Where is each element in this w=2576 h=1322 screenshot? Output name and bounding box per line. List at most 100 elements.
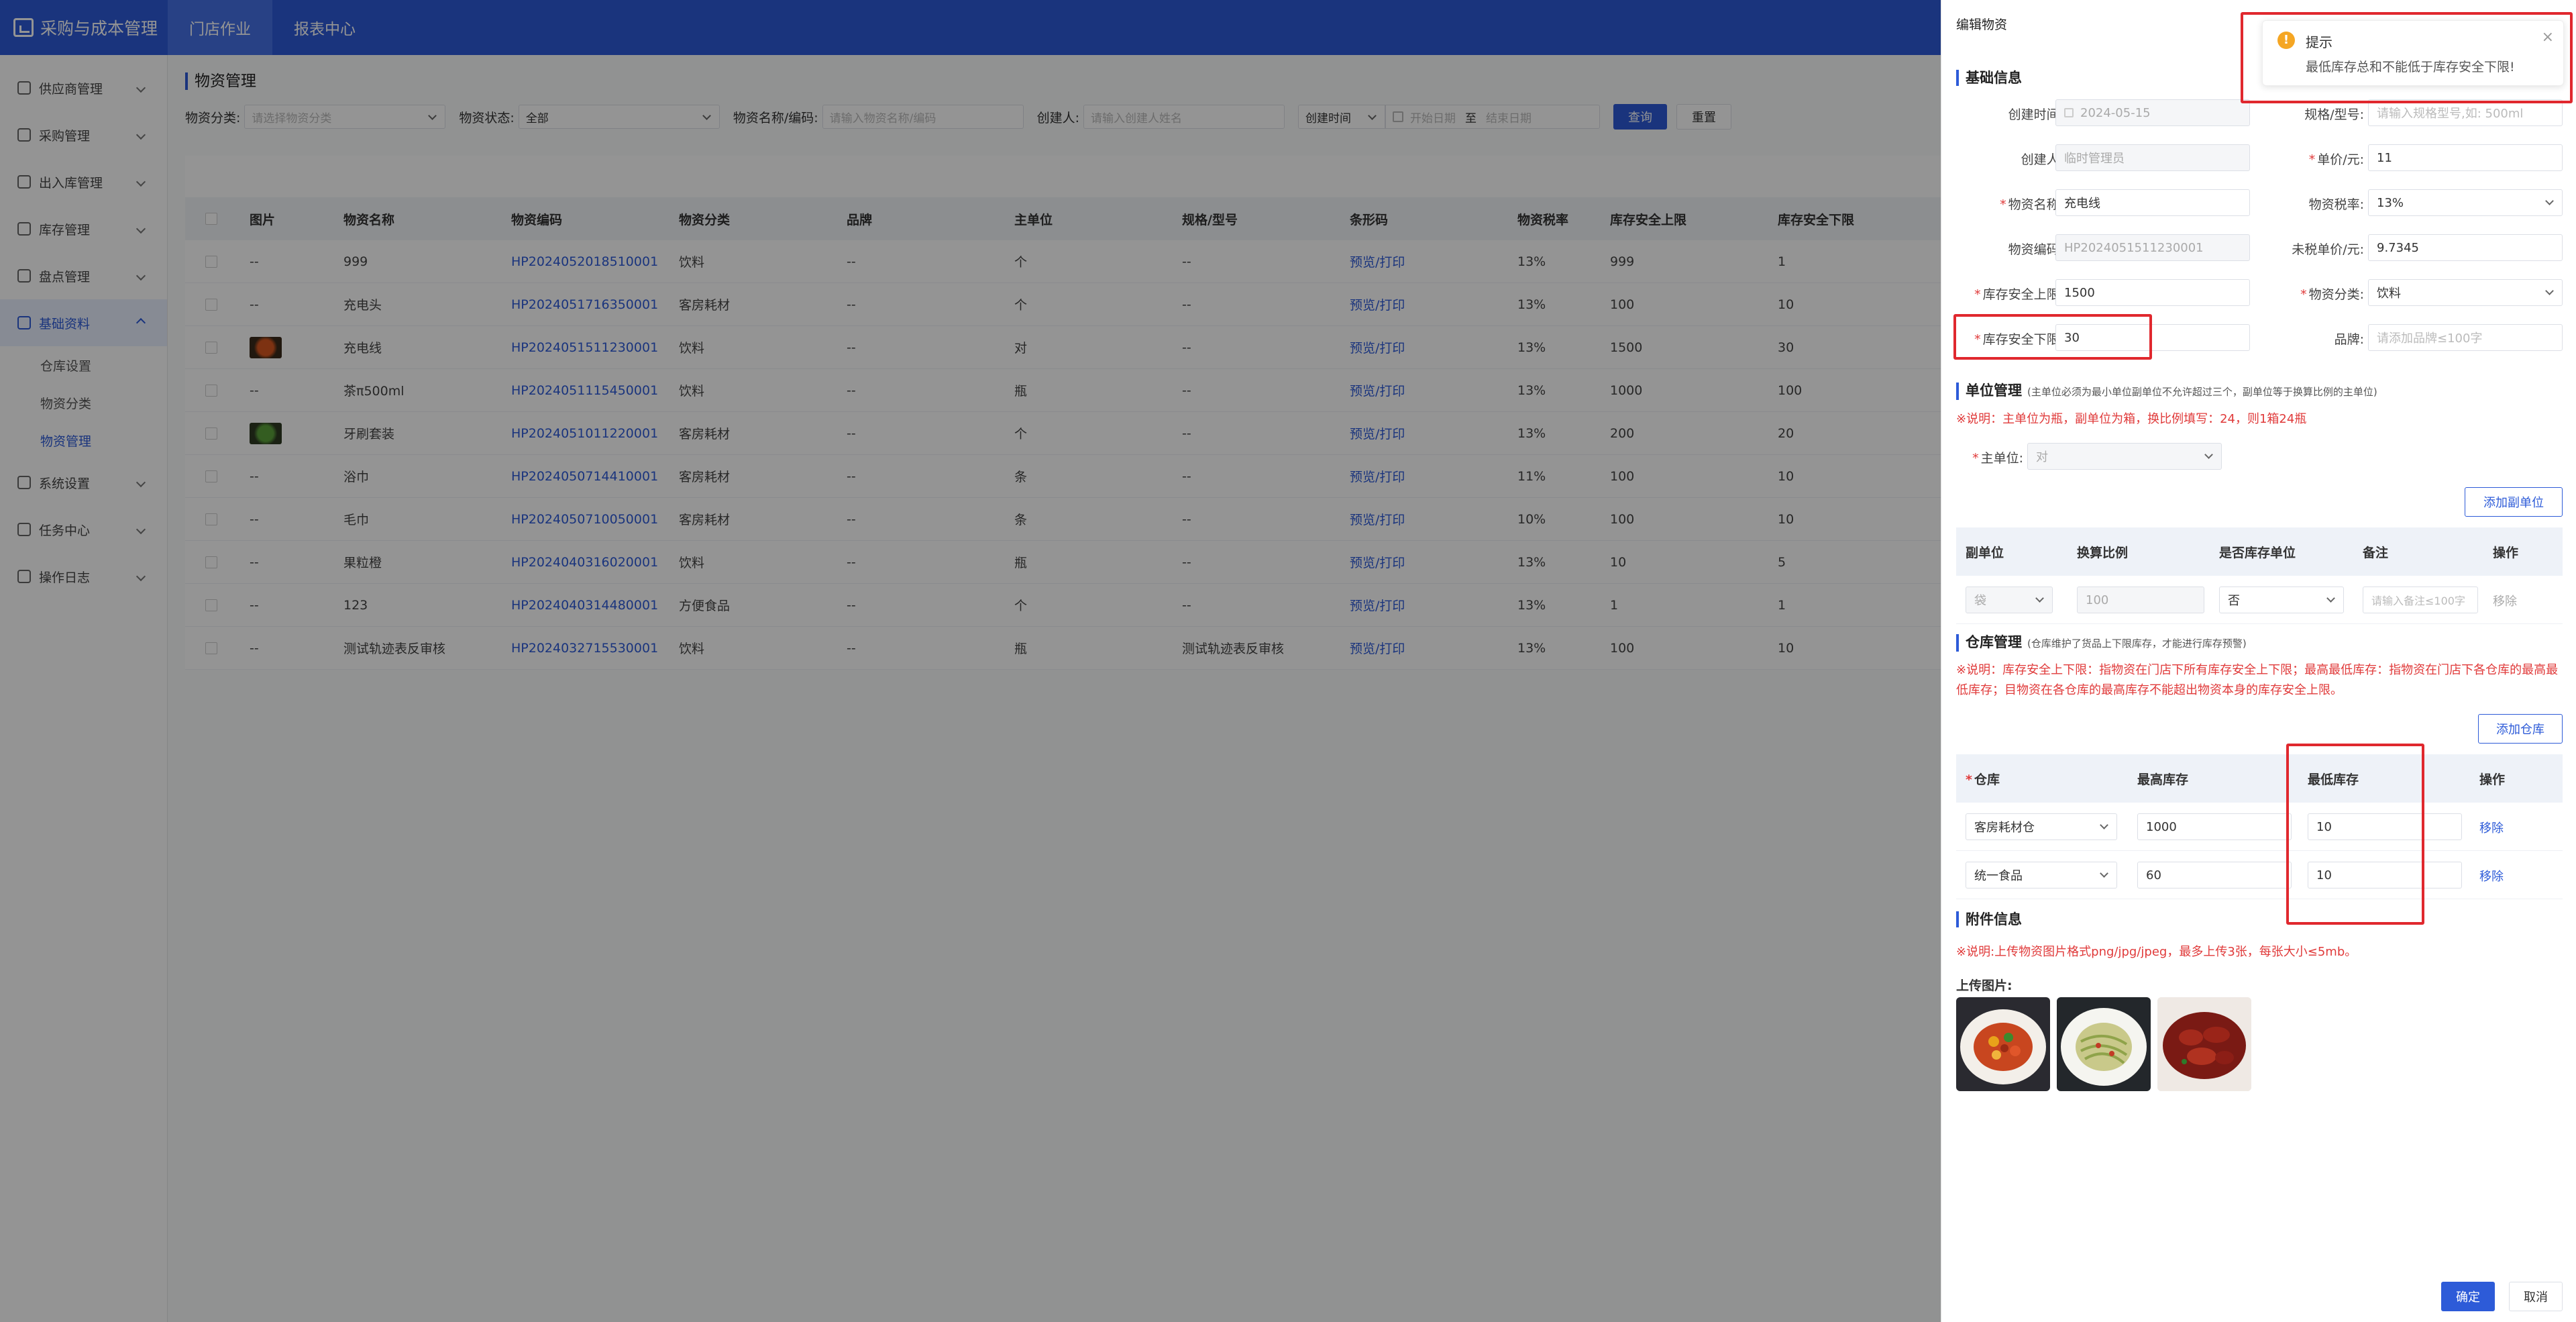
- basic-info-section-title: 基础信息: [1956, 70, 2022, 86]
- col-warehouse-text: 仓库: [1974, 772, 2000, 787]
- is-stock-unit-select[interactable]: 否: [2219, 587, 2344, 613]
- upper-limit-input[interactable]: 1500: [2055, 279, 2250, 306]
- chevron-down-icon: [2326, 594, 2335, 603]
- highlight-lower-limit: [1953, 314, 2152, 360]
- food-photo-ribs: [2157, 997, 2251, 1091]
- modal-overlay[interactable]: [0, 0, 1941, 1322]
- spec-input[interactable]: 请输入规格型号,如: 500ml: [2368, 99, 2563, 126]
- food-photo-noodles: [2061, 1008, 2147, 1086]
- net-price-input[interactable]: 9.7345: [2368, 234, 2563, 261]
- price-value: 11: [2377, 150, 2392, 165]
- upper-limit-label: * 库存安全上限:: [1956, 285, 2063, 303]
- uploaded-photo-1[interactable]: [1956, 997, 2050, 1091]
- cancel-button[interactable]: 取消: [2509, 1282, 2563, 1311]
- tax-select[interactable]: 13%: [2368, 189, 2563, 216]
- chevron-down-icon: [2545, 287, 2554, 295]
- code-field: HP2024051511230001: [2055, 234, 2250, 261]
- remove-sub-unit-link[interactable]: 移除: [2493, 592, 2517, 609]
- confirm-button[interactable]: 确定: [2441, 1282, 2495, 1311]
- category-label: * 物资分类:: [2257, 285, 2364, 303]
- creator-label: 创建人:: [2021, 152, 2063, 167]
- code-value: HP2024051511230001: [2064, 240, 2204, 255]
- price-label-text: 单价/元:: [2317, 152, 2364, 167]
- price-input[interactable]: 11: [2368, 144, 2563, 171]
- warehouse-row: 客房耗材仓 1000 10 移除: [1956, 803, 2563, 851]
- name-input[interactable]: 充电线: [2055, 189, 2250, 216]
- highlight-min-stock: [2286, 744, 2424, 925]
- required-mark: *: [1974, 287, 1981, 302]
- warehouse-select[interactable]: 客房耗材仓: [1966, 813, 2117, 840]
- required-mark: *: [2300, 287, 2307, 302]
- ratio-value: 100: [2086, 593, 2109, 607]
- col-is-stock-unit: 是否库存单位: [2219, 545, 2296, 560]
- unit-section-title: 单位管理 (主单位必须为最小单位副单位不允许超过三个，副单位等于换算比例的主单位): [1956, 383, 2377, 400]
- chevron-down-icon: [2100, 821, 2108, 829]
- add-sub-unit-button[interactable]: 添加副单位: [2465, 487, 2563, 517]
- remove-warehouse-link[interactable]: 移除: [2479, 819, 2504, 836]
- warehouse-section-hint: (仓库维护了货品上下限库存，才能进行库存预警): [2027, 638, 2247, 650]
- brand-label: 品牌:: [2334, 332, 2364, 347]
- uploaded-photo-3[interactable]: [2157, 997, 2251, 1091]
- remove-warehouse-link[interactable]: 移除: [2479, 867, 2504, 884]
- remark-input[interactable]: 请输入备注≤100字: [2363, 587, 2478, 613]
- net-price-label: 未税单价/元:: [2292, 242, 2364, 257]
- upper-limit-value: 1500: [2064, 285, 2095, 300]
- sub-unit-row: 袋 100 否 请输入备注≤100字 移除: [1956, 576, 2563, 624]
- unit-note: ※说明：主单位为瓶，副单位为箱，换比例填写：24，则1箱24瓶: [1956, 412, 2307, 426]
- warehouse-value: 客房耗材仓: [1974, 821, 2035, 835]
- col-ratio: 换算比例: [2077, 545, 2129, 560]
- code-label: 物资编码:: [2008, 242, 2063, 257]
- warehouse-table-header: * 仓库 最高库存 最低库存 操作: [1956, 754, 2563, 803]
- max-stock-value: 60: [2146, 868, 2161, 882]
- calendar-icon: [2064, 108, 2074, 117]
- sub-unit-value: 袋: [1974, 594, 1986, 608]
- max-stock-value: 1000: [2146, 819, 2177, 834]
- max-stock-input[interactable]: 1000: [2137, 813, 2292, 840]
- unit-section-title-text: 单位管理: [1966, 383, 2022, 399]
- upload-label: 上传图片:: [1956, 978, 2012, 993]
- chevron-down-icon: [2545, 197, 2554, 205]
- uploaded-photo-2[interactable]: [2057, 997, 2151, 1091]
- col-max-stock: 最高库存: [2137, 772, 2189, 787]
- brand-placeholder: 请添加品牌≤100字: [2377, 332, 2483, 346]
- required-mark: *: [1966, 772, 1972, 787]
- max-stock-input[interactable]: 60: [2137, 862, 2292, 888]
- warehouse-note: ※说明：库存安全上下限：指物资在门店下所有库存安全上下限；最高最低库存：指物资在…: [1956, 663, 2559, 697]
- warehouse-section-title: 仓库管理 (仓库维护了货品上下限库存，才能进行库存预警): [1956, 634, 2247, 652]
- col-warehouse-action: 操作: [2479, 772, 2506, 787]
- brand-input[interactable]: 请添加品牌≤100字: [2368, 324, 2563, 351]
- created-time-field: 2024-05-15: [2055, 99, 2250, 126]
- creator-field: 临时管理员: [2055, 144, 2250, 171]
- ratio-field: 100: [2077, 587, 2204, 613]
- remark-placeholder: 请输入备注≤100字: [2371, 595, 2465, 607]
- chevron-down-icon: [2100, 869, 2108, 878]
- tax-label: 物资税率:: [2308, 197, 2364, 212]
- category-value: 饮料: [2377, 287, 2401, 301]
- chevron-down-icon: [2035, 594, 2044, 603]
- net-price-value: 9.7345: [2377, 240, 2419, 255]
- app-root: 采购与成本管理 门店作业 报表中心 供应商管理 采购管理 出入库管理 库存管理 …: [0, 0, 2576, 1322]
- warehouse-table: * 仓库 最高库存 最低库存 操作 客房耗材仓 1000 10 移除 统一食品 6…: [1956, 754, 2563, 899]
- highlight-toast: [2241, 12, 2573, 103]
- creator-value: 临时管理员: [2064, 152, 2125, 166]
- warehouse-value: 统一食品: [1974, 869, 2023, 883]
- main-unit-value: 对: [2036, 450, 2048, 464]
- warehouse-select[interactable]: 统一食品: [1966, 862, 2117, 888]
- tax-value: 13%: [2377, 195, 2404, 210]
- required-mark: *: [2308, 152, 2316, 167]
- main-unit-label: * 主单位:: [1956, 448, 2023, 466]
- main-unit-select: 对: [2027, 443, 2222, 470]
- food-photo-tomatoes: [1960, 1009, 2046, 1084]
- price-label: * 单价/元:: [2257, 150, 2364, 168]
- required-mark: *: [1972, 451, 1979, 466]
- category-select[interactable]: 饮料: [2368, 279, 2563, 306]
- spec-placeholder: 请输入规格型号,如: 500ml: [2377, 107, 2524, 121]
- col-warehouse: * 仓库: [1966, 770, 2000, 788]
- upper-limit-label-text: 库存安全上限:: [1982, 287, 2063, 302]
- attachments-section-title: 附件信息: [1956, 911, 2022, 927]
- drawer-title: 编辑物资: [1956, 17, 2008, 32]
- add-warehouse-button[interactable]: 添加仓库: [2478, 714, 2563, 744]
- col-remark: 备注: [2363, 545, 2389, 560]
- spec-label: 规格/型号:: [2304, 107, 2364, 122]
- sub-unit-table: 副单位 换算比例 是否库存单位 备注 操作 袋 100 否 请输入备注≤100字…: [1956, 527, 2563, 624]
